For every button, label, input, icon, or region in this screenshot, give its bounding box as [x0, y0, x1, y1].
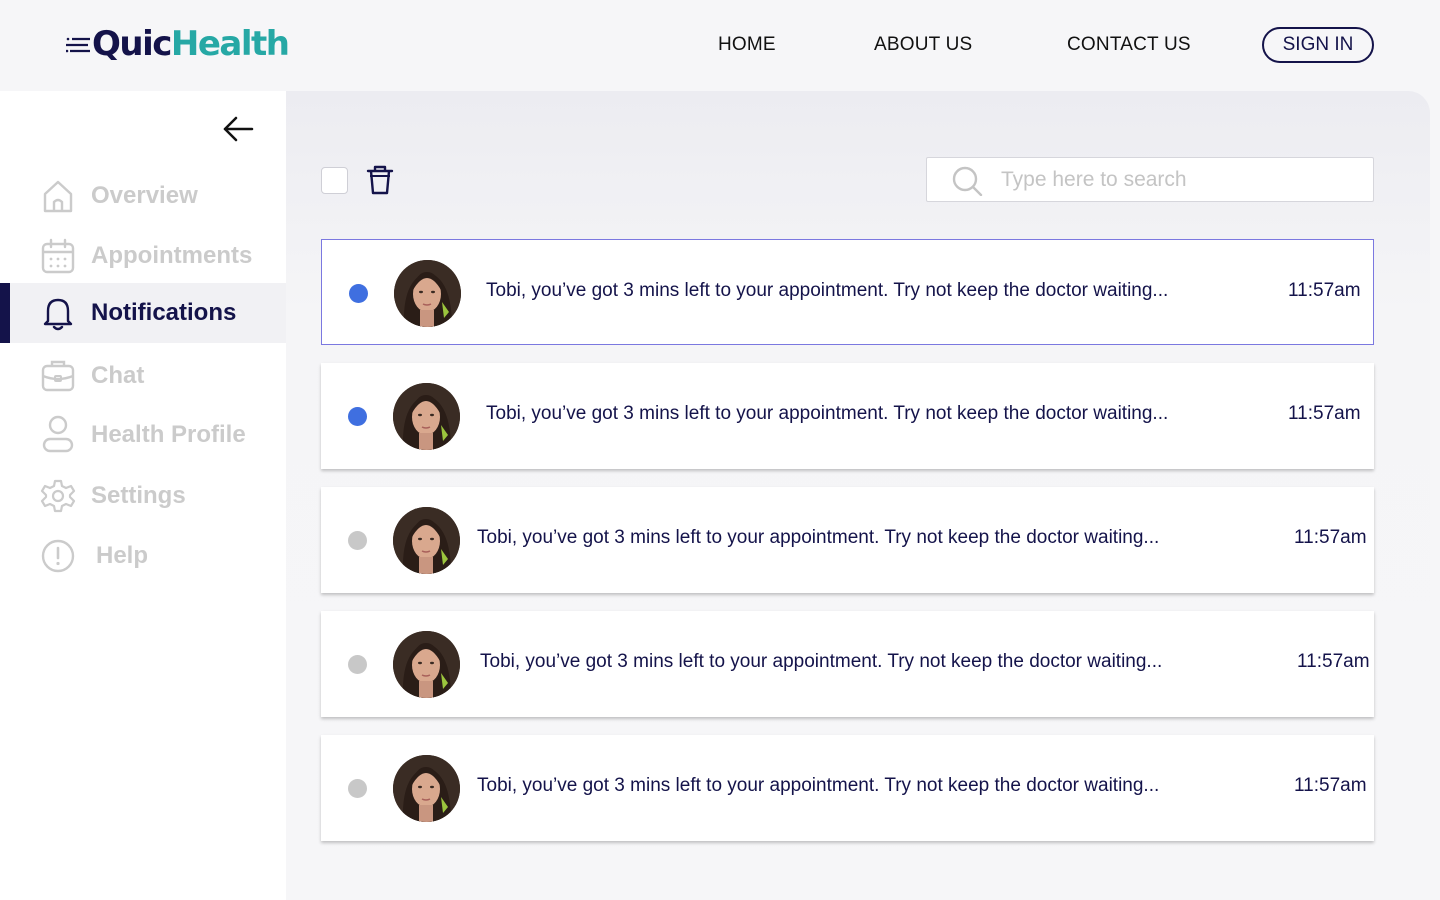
notification-time: 11:57am	[1294, 775, 1367, 796]
notification-item[interactable]: Tobi, you’ve got 3 mins left to your app…	[321, 735, 1374, 841]
top-bar: Quic Health HOME ABOUT US CONTACT US SIGN…	[0, 0, 1440, 91]
home-icon	[43, 180, 73, 213]
alert-circle-icon	[41, 539, 75, 573]
notification-message: Tobi, you’ve got 3 mins left to your app…	[480, 651, 1163, 672]
notification-time: 11:57am	[1297, 651, 1370, 672]
read-dot	[348, 531, 367, 550]
search-input[interactable]	[1001, 166, 1361, 194]
logo-health: Health	[170, 24, 290, 64]
calendar-icon	[41, 238, 75, 274]
avatar	[393, 383, 460, 450]
unread-dot	[349, 284, 368, 303]
sidebar-item-chat[interactable]: Chat	[0, 346, 286, 406]
notifications-panel: Tobi, you’ve got 3 mins left to your app…	[286, 91, 1430, 900]
user-icon	[42, 415, 74, 453]
sidebar-item-label: Health Profile	[91, 421, 246, 448]
read-dot	[348, 779, 367, 798]
notification-message: Tobi, you’ve got 3 mins left to your app…	[486, 403, 1169, 424]
sign-in-button[interactable]: SIGN IN	[1262, 27, 1374, 63]
search-icon	[952, 166, 983, 196]
sidebar-item-label: Notifications	[91, 299, 237, 326]
select-all-checkbox[interactable]	[321, 167, 348, 194]
trash-icon[interactable]	[366, 164, 394, 196]
avatar	[393, 507, 460, 574]
sidebar-item-label: Overview	[91, 182, 198, 209]
speed-lines-icon	[66, 37, 90, 53]
sidebar-item-appointments[interactable]: Appointments	[0, 226, 286, 286]
notification-time: 11:57am	[1288, 403, 1361, 424]
notification-message: Tobi, you’ve got 3 mins left to your app…	[477, 527, 1160, 548]
unread-dot	[348, 407, 367, 426]
nav-about-link[interactable]: ABOUT US	[874, 34, 972, 56]
sidebar-item-settings[interactable]: Settings	[0, 466, 286, 526]
avatar	[394, 260, 461, 327]
notification-item[interactable]: Tobi, you’ve got 3 mins left to your app…	[321, 363, 1374, 469]
arrow-left-icon[interactable]	[222, 115, 254, 143]
gear-icon	[40, 479, 76, 513]
sidebar: Overview Appointments Notifications Chat	[0, 91, 286, 900]
sidebar-item-notifications[interactable]: Notifications	[0, 283, 286, 343]
notification-item[interactable]: Tobi, you’ve got 3 mins left to your app…	[321, 239, 1374, 345]
avatar	[393, 755, 460, 822]
read-dot	[348, 655, 367, 674]
nav-home-link[interactable]: HOME	[718, 34, 776, 56]
notification-time: 11:57am	[1288, 280, 1361, 301]
quichealth-logo[interactable]: Quic Health	[66, 24, 290, 64]
notification-item[interactable]: Tobi, you’ve got 3 mins left to your app…	[321, 611, 1374, 717]
logo-uic: uic	[119, 24, 172, 64]
chat-icon	[41, 360, 75, 392]
sidebar-item-label: Help	[96, 542, 149, 569]
notification-message: Tobi, you’ve got 3 mins left to your app…	[486, 280, 1169, 301]
sidebar-item-health-profile[interactable]: Health Profile	[0, 405, 286, 465]
bell-icon	[43, 298, 73, 331]
search-box	[926, 157, 1374, 202]
sidebar-item-label: Chat	[91, 362, 145, 389]
logo-q: Q	[92, 24, 121, 64]
notification-item[interactable]: Tobi, you’ve got 3 mins left to your app…	[321, 487, 1374, 593]
nav-contact-link[interactable]: CONTACT US	[1067, 34, 1191, 56]
avatar	[393, 631, 460, 698]
sidebar-item-label: Appointments	[91, 242, 253, 269]
sidebar-item-help[interactable]: Help	[0, 526, 286, 586]
notification-message: Tobi, you’ve got 3 mins left to your app…	[477, 775, 1160, 796]
sidebar-item-overview[interactable]: Overview	[0, 166, 286, 226]
sidebar-item-label: Settings	[91, 482, 186, 509]
notification-time: 11:57am	[1294, 527, 1367, 548]
